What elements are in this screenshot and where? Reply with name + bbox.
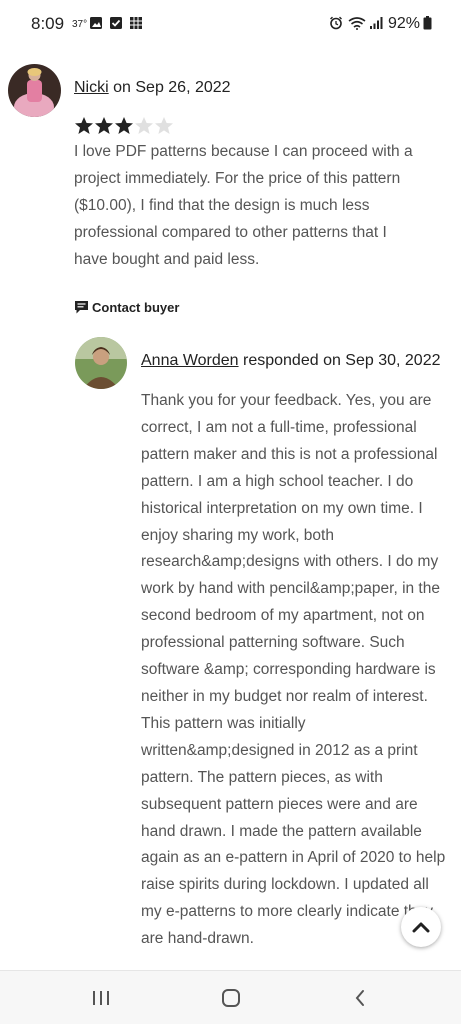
star-empty-icon	[155, 117, 173, 134]
reviewer-name-link[interactable]: Nicki	[74, 79, 109, 96]
wifi-icon	[348, 17, 366, 30]
star-filled-icon	[75, 117, 93, 134]
seller-name-link[interactable]: Anna Worden	[141, 352, 239, 369]
message-icon	[75, 301, 88, 314]
star-rating	[74, 116, 174, 138]
star-empty-icon	[135, 117, 153, 134]
contact-buyer-button[interactable]: Contact buyer	[74, 300, 179, 315]
recent-apps-button[interactable]	[86, 985, 116, 1011]
battery-icon	[423, 16, 432, 30]
response-text: Thank you for your feedback. Yes, you ar…	[141, 392, 446, 948]
review-date: on Sep 26, 2022	[113, 79, 231, 96]
status-temperature: 37°	[72, 19, 88, 30]
alarm-icon	[330, 16, 342, 30]
navigation-bar	[0, 970, 461, 1024]
image-icon	[90, 17, 102, 29]
response-date: responded on Sep 30, 2022	[243, 352, 441, 369]
signal-icon	[370, 17, 383, 29]
star-filled-icon	[95, 117, 113, 134]
grid-icon	[130, 17, 142, 29]
chevron-up-icon	[412, 922, 430, 933]
home-button[interactable]	[216, 985, 246, 1011]
seller-avatar[interactable]	[75, 337, 127, 389]
checkbox-icon	[110, 17, 122, 29]
reviewer-line: Nicki on Sep 26, 2022	[74, 79, 231, 97]
back-button[interactable]	[345, 985, 375, 1011]
status-time: 8:09	[31, 14, 65, 33]
reviewer-avatar[interactable]	[8, 64, 61, 117]
recent-apps-icon	[93, 991, 109, 1005]
contact-buyer-label: Contact buyer	[92, 300, 180, 315]
scroll-to-top-button[interactable]	[401, 907, 441, 947]
response-line: Anna Worden responded on Sep 30, 2022	[141, 352, 441, 370]
review-text: I love PDF patterns because I can procee…	[74, 143, 413, 268]
battery-percentage: 92%	[388, 15, 421, 32]
home-icon	[222, 989, 240, 1007]
back-icon	[355, 990, 364, 1006]
status-bar: 8:09 37° 92%	[0, 0, 461, 50]
star-filled-icon	[115, 117, 133, 134]
